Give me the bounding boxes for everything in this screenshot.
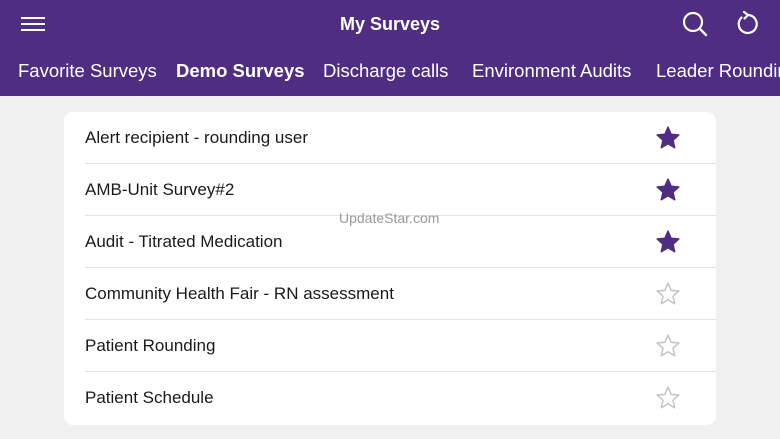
hamburger-menu-icon — [21, 17, 45, 31]
search-icon — [682, 11, 708, 37]
survey-category-tabs: Favorite Surveys Demo Surveys Discharge … — [0, 48, 780, 96]
survey-name: AMB-Unit Survey#2 — [85, 180, 235, 199]
survey-name: Audit - Titrated Medication — [85, 232, 283, 251]
tab-discharge-calls[interactable]: Discharge calls — [323, 48, 448, 96]
menu-button[interactable] — [14, 8, 52, 40]
survey-list: Alert recipient - rounding user AMB-Unit… — [64, 112, 716, 425]
tab-favorite-surveys[interactable]: Favorite Surveys — [18, 48, 157, 96]
favorite-star-icon[interactable] — [655, 177, 681, 203]
star-outline-icon[interactable] — [655, 385, 681, 411]
refresh-button[interactable] — [730, 6, 766, 42]
survey-row[interactable]: Alert recipient - rounding user — [64, 112, 716, 164]
favorite-star-icon[interactable] — [655, 125, 681, 151]
survey-row[interactable]: Audit - Titrated Medication — [64, 216, 716, 268]
star-outline-icon[interactable] — [655, 333, 681, 359]
star-outline-icon[interactable] — [655, 281, 681, 307]
page-title: My Surveys — [339, 14, 441, 34]
tab-environment-audits[interactable]: Environment Audits — [472, 48, 631, 96]
app-header: My Surveys Favorite Surveys Demo Surveys… — [0, 0, 780, 96]
survey-row[interactable]: AMB-Unit Survey#2 — [64, 164, 716, 216]
refresh-icon — [737, 11, 758, 35]
survey-name: Alert recipient - rounding user — [85, 128, 309, 147]
favorite-star-icon[interactable] — [655, 229, 681, 255]
survey-name: Community Health Fair - RN assessment — [85, 284, 394, 303]
tab-demo-surveys[interactable]: Demo Surveys — [176, 48, 305, 96]
survey-name: Patient Schedule — [85, 388, 214, 407]
survey-row[interactable]: Community Health Fair - RN assessment — [64, 268, 716, 320]
survey-row[interactable]: Patient Rounding — [64, 320, 716, 372]
survey-name: Patient Rounding — [85, 336, 216, 355]
survey-row[interactable]: Patient Schedule — [64, 372, 716, 424]
tab-leader-rounding[interactable]: Leader Rounding — [656, 48, 780, 96]
search-button[interactable] — [677, 6, 713, 42]
